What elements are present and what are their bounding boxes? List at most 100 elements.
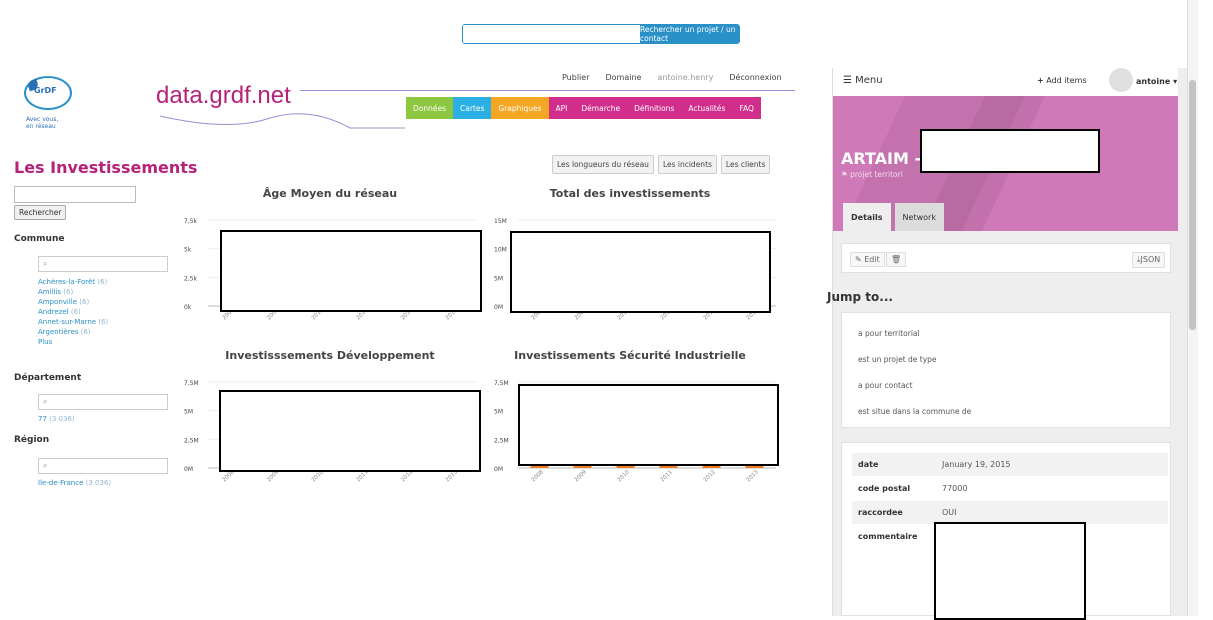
- clients-button[interactable]: Les clients: [720, 155, 771, 174]
- plus-icon: +: [1037, 76, 1044, 85]
- jump-to-heading: Jump to...: [827, 290, 893, 304]
- tab-cartes[interactable]: Cartes: [453, 97, 492, 119]
- property-value: January 19, 2015: [942, 460, 1011, 469]
- delete-button[interactable]: 🗑: [886, 252, 907, 267]
- bar-mark[interactable]: [659, 466, 678, 468]
- deconnexion-link[interactable]: Déconnexion: [729, 73, 781, 82]
- tab-definitions[interactable]: Définitions: [627, 97, 682, 119]
- table-row: date January 19, 2015: [852, 453, 1168, 476]
- property-value: 77000: [942, 484, 968, 493]
- user-menu[interactable]: antoine ▾: [1136, 77, 1177, 86]
- jump-link[interactable]: est un projet de type: [858, 355, 937, 364]
- region-heading: Région: [14, 435, 50, 445]
- y-tick-label: 10M: [494, 247, 507, 254]
- chart-title-age: Âge Moyen du réseau: [262, 187, 398, 200]
- tab-demarche[interactable]: Démarche: [574, 97, 628, 119]
- page-title: Les Investissements: [14, 158, 198, 177]
- add-items-label: Add items: [1046, 76, 1087, 85]
- tab-faq[interactable]: FAQ: [732, 97, 761, 119]
- list-item[interactable]: Achères-la-Forêt (6): [38, 277, 108, 287]
- property-key: commentaire: [858, 532, 918, 541]
- list-item[interactable]: Andrezel (6): [38, 307, 108, 317]
- action-bar: ✎ Edit 🗑 ⤓JSON: [841, 243, 1171, 273]
- hamburger-icon: ☰: [843, 75, 852, 86]
- logo-tagline: Avec vous, en réseau: [26, 116, 58, 130]
- tab-donnees[interactable]: Données: [406, 97, 454, 119]
- incidents-button[interactable]: Les incidents: [657, 155, 717, 174]
- commune-list: Achères-la-Forêt (6) Amillis (6) Amponvi…: [38, 277, 108, 347]
- tag-icon: ⚑: [841, 170, 848, 179]
- chart-title-securite: Investissements Sécurité Industrielle: [514, 349, 746, 362]
- bar-mark[interactable]: [616, 466, 635, 468]
- jump-link[interactable]: est situe dans la commune de: [858, 407, 971, 416]
- list-item[interactable]: Argentières (6): [38, 327, 108, 337]
- scrollbar-thumb[interactable]: [1189, 80, 1196, 330]
- list-item[interactable]: Amillis (6): [38, 287, 108, 297]
- tab-network[interactable]: Network: [894, 203, 944, 231]
- top-search-bar: Rechercher un projet / un contact: [462, 24, 740, 44]
- y-tick-label: 5M: [494, 275, 503, 282]
- grdf-logo[interactable]: GrDF Avec vous, en réseau: [22, 76, 82, 136]
- avatar[interactable]: [1109, 68, 1133, 92]
- y-tick-label: 2,5M: [184, 437, 199, 444]
- top-search-button[interactable]: Rechercher un projet / un contact: [640, 25, 739, 43]
- edit-icon: ✎: [855, 255, 862, 264]
- list-item[interactable]: 77 (3 036): [38, 414, 75, 424]
- header-links: Publier Domaine antoine.henry Déconnexio…: [562, 73, 782, 82]
- more-link[interactable]: Plus: [38, 337, 108, 347]
- commune-heading: Commune: [14, 234, 65, 244]
- publier-link[interactable]: Publier: [562, 73, 590, 82]
- username-label: antoine: [1136, 77, 1171, 86]
- json-label: JSON: [1140, 255, 1161, 264]
- trash-icon: 🗑: [891, 255, 902, 264]
- list-item[interactable]: Amponville (6): [38, 297, 108, 307]
- bar-mark[interactable]: [530, 466, 549, 468]
- y-tick-label: 7,5k: [184, 218, 198, 225]
- x-tick-label: 2012: [703, 469, 717, 483]
- sidebar-search-input[interactable]: [14, 186, 136, 203]
- user-link[interactable]: antoine.henry: [657, 73, 713, 82]
- longueurs-button[interactable]: Les longueurs du réseau: [552, 155, 654, 174]
- table-row: raccordee OUI: [852, 501, 1168, 524]
- y-tick-label: 5M: [184, 409, 193, 416]
- list-item[interactable]: Ile-de-France (3 036): [38, 478, 111, 488]
- tab-graphiques[interactable]: Graphiques: [491, 97, 549, 119]
- departement-filter-input[interactable]: ⌕: [38, 394, 168, 410]
- main-nav: Données Cartes Graphiques API Démarche D…: [406, 97, 774, 119]
- jump-to-list: a pour territorial est un projet de type…: [841, 312, 1171, 428]
- x-tick-label: 2008: [531, 469, 545, 483]
- bar-mark[interactable]: [573, 466, 592, 468]
- entity-type-label: projet territori: [850, 170, 903, 179]
- tab-api[interactable]: API: [548, 97, 575, 119]
- menu-button[interactable]: ☰ Menu: [843, 75, 883, 86]
- x-tick-label: 2010: [617, 469, 631, 483]
- logo-tagline-1: Avec vous,: [26, 116, 59, 123]
- edit-button[interactable]: ✎ Edit: [850, 252, 885, 267]
- jump-link[interactable]: a pour contact: [858, 381, 913, 390]
- json-button[interactable]: ⤓JSON: [1132, 252, 1166, 268]
- bar-mark[interactable]: [702, 466, 721, 468]
- bar-mark[interactable]: [745, 466, 764, 468]
- jump-link[interactable]: a pour territorial: [858, 329, 920, 338]
- list-item[interactable]: Annet-sur-Marne (6): [38, 317, 108, 327]
- top-search-input[interactable]: [463, 25, 640, 43]
- redaction-box: [518, 384, 779, 466]
- commune-filter-input[interactable]: ⌕: [38, 256, 168, 272]
- search-icon: ⌕: [43, 397, 48, 406]
- add-items-button[interactable]: + Add items: [1037, 76, 1087, 85]
- table-row: code postal 77000: [852, 477, 1168, 500]
- domaine-link[interactable]: Domaine: [606, 73, 642, 82]
- y-tick-label: 7,5M: [184, 380, 199, 387]
- departement-list: 77 (3 036): [38, 414, 75, 424]
- redaction-box: [219, 390, 481, 472]
- property-key: raccordee: [858, 508, 903, 517]
- chart-title-total: Total des investissements: [549, 187, 711, 200]
- sidebar-search-button[interactable]: Rechercher: [14, 205, 67, 220]
- tab-details[interactable]: Details: [843, 203, 891, 231]
- panel-topbar: ☰ Menu + Add items antoine ▾: [833, 68, 1178, 96]
- decorative-curve: [159, 113, 405, 129]
- tab-actualites[interactable]: Actualités: [681, 97, 733, 119]
- region-filter-input[interactable]: ⌕: [38, 458, 168, 474]
- chart-title-developpement: Investisssements Développement: [225, 349, 435, 362]
- y-tick-label: 5M: [494, 409, 503, 416]
